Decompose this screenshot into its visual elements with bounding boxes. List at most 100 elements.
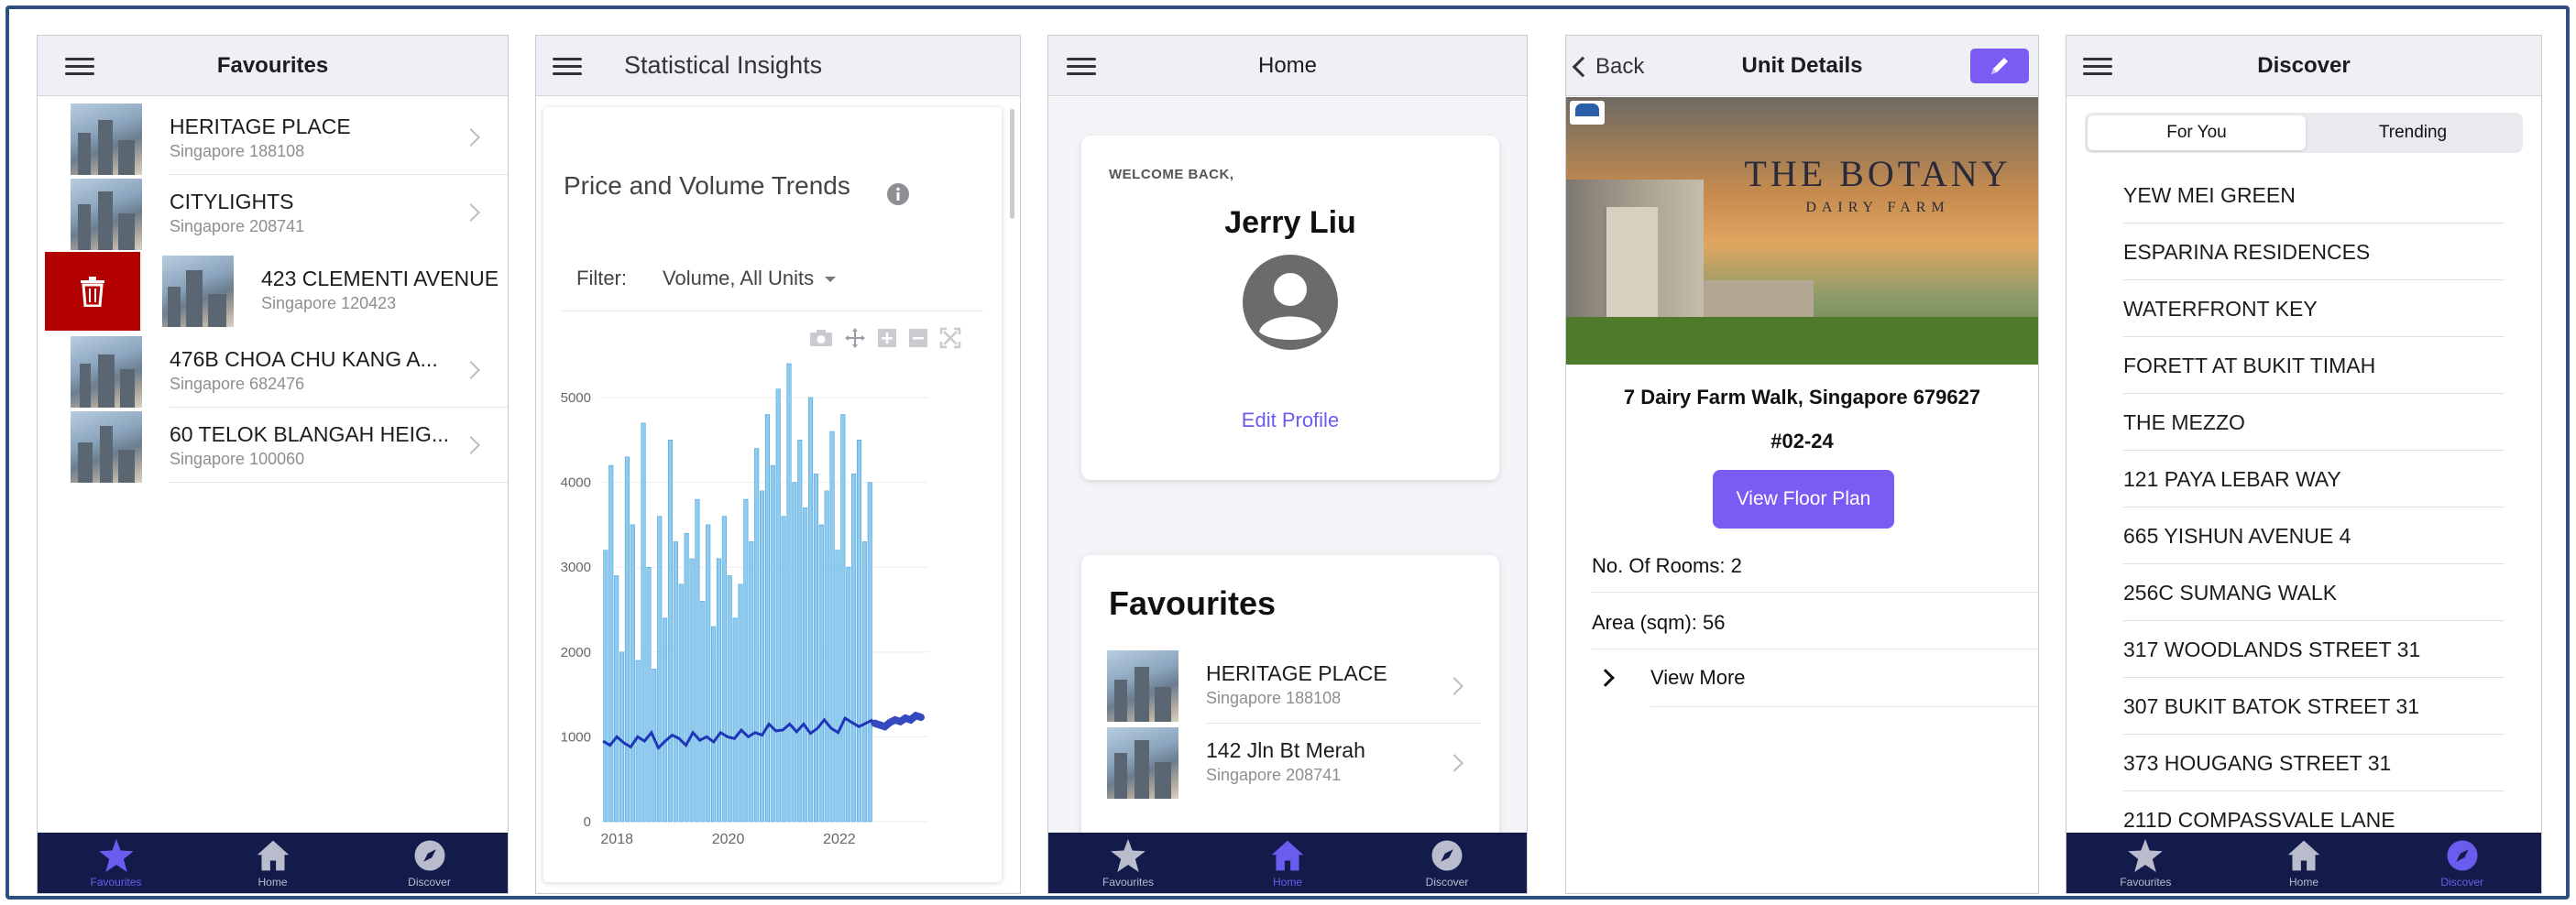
tab-discover[interactable]: Discover xyxy=(351,833,508,893)
tab-discover[interactable]: Discover xyxy=(2383,833,2541,893)
tab-bar: Favourites Home Discover xyxy=(38,833,508,893)
list-item[interactable]: 307 BUKIT BATOK STREET 31 xyxy=(2123,678,2505,735)
chevron-right-icon xyxy=(462,128,480,147)
home-icon xyxy=(2287,840,2320,871)
tab-home[interactable]: Home xyxy=(194,833,351,893)
avatar-icon xyxy=(1243,255,1338,350)
camera-icon[interactable] xyxy=(809,329,833,347)
delete-button[interactable] xyxy=(45,252,140,331)
chevron-left-icon xyxy=(1572,56,1594,78)
menu-icon[interactable] xyxy=(1067,58,1096,76)
page-title: Favourites xyxy=(216,52,329,78)
property-thumbnail xyxy=(162,256,234,327)
tab-label: Favourites xyxy=(2120,876,2172,889)
volume-bar xyxy=(792,482,797,823)
tab-label: Favourites xyxy=(1102,876,1155,889)
view-more-row[interactable]: View More xyxy=(1592,666,2038,706)
tab-bar: Favourites Home Discover xyxy=(1048,833,1527,893)
segment-trending[interactable]: Trending xyxy=(2306,115,2520,150)
menu-icon[interactable] xyxy=(65,58,94,76)
tab-discover[interactable]: Discover xyxy=(1367,833,1527,893)
volume-bar xyxy=(743,498,749,823)
tab-favourites[interactable]: Favourites xyxy=(38,833,194,893)
zoom-out-icon[interactable] xyxy=(908,328,928,348)
unit-details-screen: Back Unit Details THE BOTANY DAIRY FARM … xyxy=(1565,35,2039,894)
header: Discover xyxy=(2066,36,2541,96)
list-item[interactable]: ESPARINA RESIDENCES xyxy=(2123,224,2505,280)
list-item[interactable]: CITYLIGHTS Singapore 208741 xyxy=(38,177,508,250)
list-item[interactable]: 60 TELOK BLANGAH HEIG... Singapore 10006… xyxy=(38,409,508,483)
menu-icon[interactable] xyxy=(553,58,582,76)
divider xyxy=(170,482,508,483)
volume-bar xyxy=(657,516,663,823)
volume-bar xyxy=(856,440,862,823)
list-item[interactable]: 211D COMPASSVALE LANE xyxy=(2123,791,2505,833)
back-button[interactable]: Back xyxy=(1572,54,1644,80)
list-item[interactable]: 317 WOODLANDS STREET 31 xyxy=(2123,621,2505,678)
list-item-swiped[interactable]: 423 CLEMENTI AVENUE Singapore 120423 xyxy=(38,252,508,331)
tab-favourites[interactable]: Favourites xyxy=(2066,833,2225,893)
list-item[interactable]: 142 Jln Bt Merah Singapore 208741 xyxy=(1081,725,1499,802)
edit-button[interactable] xyxy=(1970,49,2029,83)
property-address: Singapore 120423 xyxy=(261,294,397,312)
volume-bar xyxy=(700,600,706,823)
card-title: Price and Volume Trends xyxy=(564,171,850,200)
y-tick-label: 2000 xyxy=(561,645,591,660)
edit-profile-link[interactable]: Edit Profile xyxy=(1081,409,1499,432)
welcome-label: WELCOME BACK, xyxy=(1109,167,1234,182)
chart-card: Price and Volume Trends Filter: Volume, … xyxy=(543,107,1002,882)
list-item[interactable]: HERITAGE PLACE Singapore 188108 xyxy=(1081,647,1499,724)
scrollbar[interactable] xyxy=(1010,109,1014,219)
tab-home[interactable]: Home xyxy=(1208,833,1367,893)
favourites-heading: Favourites xyxy=(1109,584,1277,622)
compass-icon xyxy=(2447,840,2478,871)
menu-icon[interactable] xyxy=(2083,58,2112,76)
chevron-right-icon xyxy=(1445,754,1463,772)
property-thumbnail xyxy=(1107,727,1178,799)
list-item[interactable]: THE MEZZO xyxy=(2123,394,2505,451)
volume-bar xyxy=(689,558,695,823)
list-item[interactable]: WATERFRONT KEY xyxy=(2123,280,2505,337)
tab-label: Discover xyxy=(1425,876,1469,889)
view-floor-plan-button[interactable]: View Floor Plan xyxy=(1713,470,1894,529)
list-item[interactable]: 373 HOUGANG STREET 31 xyxy=(2123,735,2505,791)
tab-label: Home xyxy=(2289,876,2319,889)
property-thumbnail xyxy=(71,411,142,483)
volume-bar xyxy=(846,566,851,823)
tab-home[interactable]: Home xyxy=(2225,833,2384,893)
tab-label: Discover xyxy=(2440,876,2484,889)
divider xyxy=(1206,723,1481,724)
banner-title: THE BOTANY xyxy=(1744,153,2011,194)
property-name: 423 CLEMENTI AVENUE xyxy=(261,267,499,290)
tab-label: Home xyxy=(1272,876,1302,889)
tab-favourites[interactable]: Favourites xyxy=(1048,833,1208,893)
property-address: Singapore 188108 xyxy=(170,142,305,160)
list-item[interactable]: 256C SUMANG WALK xyxy=(2123,564,2505,621)
zoom-in-icon[interactable] xyxy=(877,328,897,348)
property-address: Singapore 100060 xyxy=(170,450,305,468)
autoscale-icon[interactable] xyxy=(939,327,961,349)
list-item[interactable]: 476B CHOA CHU KANG A... Singapore 682476 xyxy=(38,334,508,408)
volume-bar xyxy=(732,617,738,823)
list-item[interactable]: 665 YISHUN AVENUE 4 xyxy=(2123,507,2505,564)
filter-dropdown[interactable]: Volume, All Units xyxy=(663,267,837,290)
property-address: Singapore 208741 xyxy=(170,217,305,235)
pan-icon[interactable] xyxy=(844,327,866,349)
volume-bar xyxy=(678,583,684,823)
volume-bar xyxy=(803,507,808,823)
tab-label: Discover xyxy=(408,876,451,889)
list-item[interactable]: HERITAGE PLACE Singapore 188108 xyxy=(38,102,508,175)
trash-icon xyxy=(81,277,104,307)
unit-number: #02-24 xyxy=(1770,430,1834,452)
info-icon[interactable] xyxy=(886,182,910,206)
tab-label: Favourites xyxy=(90,876,142,889)
list-item[interactable]: FORETT AT BUKIT TIMAH xyxy=(2123,337,2505,394)
area-row: Area (sqm): 56 xyxy=(1592,611,1726,634)
list-item[interactable]: 121 PAYA LEBAR WAY xyxy=(2123,451,2505,507)
banner-subtitle: DAIRY FARM xyxy=(1805,200,1950,215)
page-title: Home xyxy=(1257,52,1318,78)
list-item[interactable]: YEW MEI GREEN xyxy=(2123,167,2505,224)
segment-for-you[interactable]: For You xyxy=(2088,115,2306,150)
volume-bar xyxy=(695,498,700,823)
header: Favourites xyxy=(38,36,508,96)
